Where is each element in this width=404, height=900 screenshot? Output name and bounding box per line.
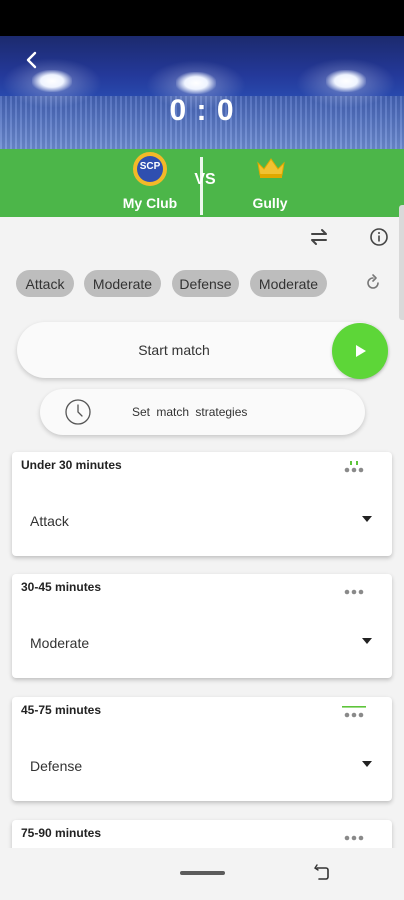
chevron-down-icon — [362, 516, 372, 522]
strategy-value: Attack — [30, 513, 69, 529]
info-button[interactable] — [366, 224, 392, 250]
reset-icon — [367, 274, 379, 289]
strategy-value: Defense — [30, 758, 83, 774]
tactic-chip[interactable]: Defense — [172, 270, 239, 297]
strategy-card: 45-75 minutes Defense — [12, 697, 392, 801]
strategy-card: Under 30 minutes Attack — [12, 452, 392, 556]
away-team-name: Gully — [252, 195, 288, 211]
card-more-button[interactable] — [340, 703, 368, 721]
floodlight — [296, 58, 396, 108]
card-more-button[interactable] — [340, 826, 368, 844]
play-button[interactable] — [332, 323, 388, 379]
status-bar — [0, 0, 404, 36]
strategy-card: 30-45 minutes Moderate — [12, 574, 392, 678]
play-icon — [356, 345, 366, 357]
set-strategies-button[interactable]: Set match strategies — [40, 389, 365, 435]
tactic-chip[interactable]: Moderate — [84, 270, 161, 297]
chevron-down-icon — [362, 761, 372, 767]
more-dots-icon — [342, 706, 366, 718]
strategy-title: 30-45 minutes — [21, 580, 102, 594]
card-more-button[interactable] — [340, 458, 368, 476]
edge-panel-handle[interactable] — [399, 205, 404, 320]
stadium-header — [0, 36, 404, 149]
chevron-left-icon — [26, 51, 37, 69]
rotate-icon — [314, 864, 329, 880]
system-nav-bar — [0, 848, 404, 900]
crown-icon — [257, 158, 285, 178]
back-button[interactable] — [20, 48, 46, 74]
strategy-title: 45-75 minutes — [21, 703, 102, 717]
clock-icon — [65, 399, 91, 425]
home-team-name: My Club — [122, 195, 178, 211]
strategy-title: 75-90 minutes — [21, 826, 102, 840]
more-dots-icon — [344, 461, 364, 473]
home-gesture-pill[interactable] — [180, 871, 225, 875]
home-team-badge: SCP — [133, 152, 167, 186]
chevron-down-icon — [362, 638, 372, 644]
vs-label: VS — [194, 171, 216, 188]
info-icon — [370, 228, 388, 246]
badge-text: SCP — [137, 156, 163, 182]
strategy-title: Under 30 minutes — [21, 458, 122, 472]
more-dots-icon — [344, 589, 364, 595]
floodlight — [146, 60, 246, 110]
match-score: 0 : 0 — [169, 94, 235, 127]
strategy-select[interactable]: Attack — [12, 498, 392, 540]
start-match-label: Start match — [138, 342, 210, 358]
tactic-chip[interactable]: Attack — [16, 270, 74, 297]
strategy-select[interactable]: Defense — [12, 743, 392, 785]
away-team: Gully — [210, 149, 330, 217]
set-strategies-label: Set match strategies — [132, 405, 248, 419]
reset-button[interactable] — [360, 270, 386, 296]
swap-arrows-icon — [311, 229, 327, 245]
card-more-button[interactable] — [340, 580, 368, 598]
swap-button[interactable] — [306, 224, 332, 250]
strategy-select[interactable]: Moderate — [12, 620, 392, 662]
more-dots-icon — [344, 835, 364, 841]
rotate-button[interactable] — [311, 862, 333, 884]
strategy-value: Moderate — [30, 635, 90, 651]
tactic-chip[interactable]: Moderate — [250, 270, 327, 297]
